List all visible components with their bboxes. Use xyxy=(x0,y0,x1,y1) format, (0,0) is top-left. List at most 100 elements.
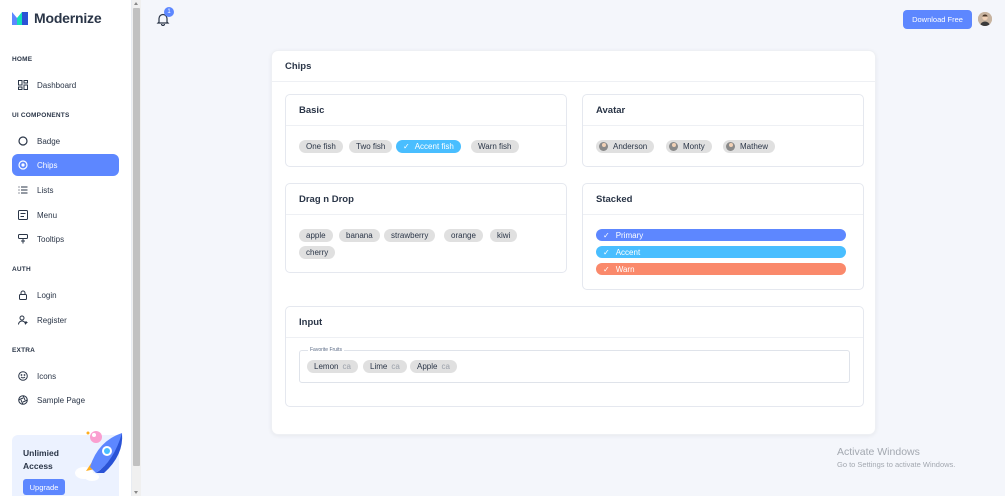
mood-icon xyxy=(18,371,28,381)
sidebar-item-label: Dashboard xyxy=(37,80,77,90)
stacked-chip-warn[interactable]: ✓ Warn xyxy=(596,263,846,275)
sidebar: Modernize HOME Dashboard UI COMPONENTS B… xyxy=(0,0,132,496)
activate-windows-subtitle: Go to Settings to activate Windows. xyxy=(837,460,956,469)
chip-mathew[interactable]: Mathew xyxy=(723,140,776,153)
sidebar-item-login[interactable]: Login xyxy=(12,284,119,306)
rocket-illustration-icon xyxy=(74,427,126,483)
scrollbar-thumb[interactable] xyxy=(133,8,140,466)
stacked-chip-primary[interactable]: ✓ Primary xyxy=(596,229,846,241)
lock-icon xyxy=(18,290,28,300)
dragdrop-title: Drag n Drop xyxy=(299,194,354,205)
input-title: Input xyxy=(299,317,323,328)
sidebar-item-label: Lists xyxy=(37,185,54,195)
activate-windows-title: Activate Windows xyxy=(837,446,920,458)
nav-section-home: HOME xyxy=(12,56,33,63)
chips-card: Chips Basic One fish Two fish ✓ Accent fi… xyxy=(271,50,877,435)
sidebar-item-label: Chips xyxy=(37,160,58,170)
chip-strawberry[interactable]: strawberry xyxy=(384,229,436,242)
nav-section-auth: AUTH xyxy=(12,266,31,273)
user-plus-icon xyxy=(18,315,28,325)
list-icon xyxy=(18,185,28,195)
sidebar-item-label: Badge xyxy=(37,136,61,146)
sidebar-item-chips[interactable]: Chips xyxy=(12,154,119,176)
sidebar-item-label: Menu xyxy=(37,210,58,220)
promo-text: Unlimied Access xyxy=(23,448,59,471)
stacked-title: Stacked xyxy=(596,194,633,205)
avatar xyxy=(599,142,608,151)
dashboard-icon xyxy=(18,80,28,90)
remove-chip-icon[interactable]: ca xyxy=(441,362,449,371)
dragdrop-chips-card: Drag n Drop apple banana strawberry oran… xyxy=(285,183,567,273)
notification-badge: 1 xyxy=(164,7,174,17)
chip-one-fish[interactable]: One fish xyxy=(299,140,343,153)
avatar xyxy=(669,142,678,151)
avatar-chips-card: Avatar Anderson Monty Mathew xyxy=(582,94,864,167)
basic-title: Basic xyxy=(299,105,325,116)
sidebar-item-tooltips[interactable]: Tooltips xyxy=(12,228,119,250)
sidebar-item-label: Login xyxy=(37,290,57,300)
sidebar-scrollbar[interactable] xyxy=(132,0,141,496)
sidebar-item-lists[interactable]: Lists xyxy=(12,179,119,201)
upgrade-promo: Unlimied Access Upgrade xyxy=(12,431,123,496)
nav-section-extra: EXTRA xyxy=(12,347,36,354)
sidebar-item-register[interactable]: Register xyxy=(12,309,119,331)
download-free-button[interactable]: Download Free xyxy=(903,10,972,29)
divider xyxy=(272,81,877,82)
menu-icon xyxy=(18,210,28,220)
tooltip-icon xyxy=(18,234,28,244)
user-avatar[interactable] xyxy=(978,12,992,26)
check-icon: ✓ xyxy=(603,264,610,274)
check-icon: ✓ xyxy=(603,230,610,240)
chip-two-fish[interactable]: Two fish xyxy=(349,140,393,153)
sidebar-item-label: Sample Page xyxy=(37,395,86,405)
chip-accent-fish[interactable]: ✓ Accent fish xyxy=(396,140,461,153)
brand-logo[interactable]: Modernize xyxy=(11,10,102,26)
sidebar-item-label: Icons xyxy=(37,371,57,381)
chip-monty[interactable]: Monty xyxy=(666,140,712,153)
remove-chip-icon[interactable]: ca xyxy=(391,362,399,371)
sidebar-item-icons[interactable]: Icons xyxy=(12,365,119,387)
scroll-down-arrow-icon[interactable] xyxy=(134,491,138,494)
divider xyxy=(286,214,566,215)
page-title: Chips xyxy=(285,61,312,72)
divider xyxy=(286,337,863,338)
chips-icon xyxy=(18,160,28,170)
field-label: Favorite Fruits xyxy=(308,347,344,353)
avatar xyxy=(726,142,735,151)
nav-section-ui-components: UI COMPONENTS xyxy=(12,112,70,119)
check-icon: ✓ xyxy=(403,142,410,151)
upgrade-button[interactable]: Upgrade xyxy=(23,479,65,495)
chip-lemon[interactable]: Lemon ca xyxy=(307,360,358,373)
scroll-up-arrow-icon[interactable] xyxy=(134,2,138,5)
divider xyxy=(286,125,566,126)
chip-cherry[interactable]: cherry xyxy=(299,246,336,259)
divider xyxy=(583,125,863,126)
chip-lime[interactable]: Lime ca xyxy=(363,360,407,373)
sidebar-item-label: Tooltips xyxy=(37,234,65,244)
favorite-fruits-field[interactable]: Favorite Fruits Lemon ca Lime ca Apple ca xyxy=(299,347,850,383)
sidebar-item-dashboard[interactable]: Dashboard xyxy=(12,74,119,96)
avatar-title: Avatar xyxy=(596,105,626,116)
chip-anderson[interactable]: Anderson xyxy=(596,140,655,153)
stacked-chips-card: Stacked ✓ Primary ✓ Accent ✓ Warn xyxy=(582,183,864,290)
sidebar-item-menu[interactable]: Menu xyxy=(12,204,119,226)
stacked-chip-accent[interactable]: ✓ Accent xyxy=(596,246,846,258)
divider xyxy=(583,214,863,215)
input-chips-card: Input Favorite Fruits Lemon ca Lime ca App… xyxy=(285,306,864,407)
chip-apple-input[interactable]: Apple ca xyxy=(410,360,457,373)
basic-chips-card: Basic One fish Two fish ✓ Accent fish War… xyxy=(285,94,567,167)
check-icon: ✓ xyxy=(603,247,610,257)
brand-name: Modernize xyxy=(34,10,102,26)
circle-icon xyxy=(18,136,28,146)
chip-warn-fish[interactable]: Warn fish xyxy=(471,140,519,153)
aperture-icon xyxy=(18,395,28,405)
remove-chip-icon[interactable]: ca xyxy=(342,362,350,371)
chip-orange[interactable]: orange xyxy=(444,229,483,242)
chip-banana[interactable]: banana xyxy=(339,229,380,242)
modernize-logo-icon xyxy=(11,10,29,26)
sidebar-item-sample-page[interactable]: Sample Page xyxy=(12,389,119,411)
chip-kiwi[interactable]: kiwi xyxy=(490,229,518,242)
chip-apple[interactable]: apple xyxy=(299,229,333,242)
sidebar-item-label: Register xyxy=(37,315,67,325)
sidebar-item-badge[interactable]: Badge xyxy=(12,130,119,152)
